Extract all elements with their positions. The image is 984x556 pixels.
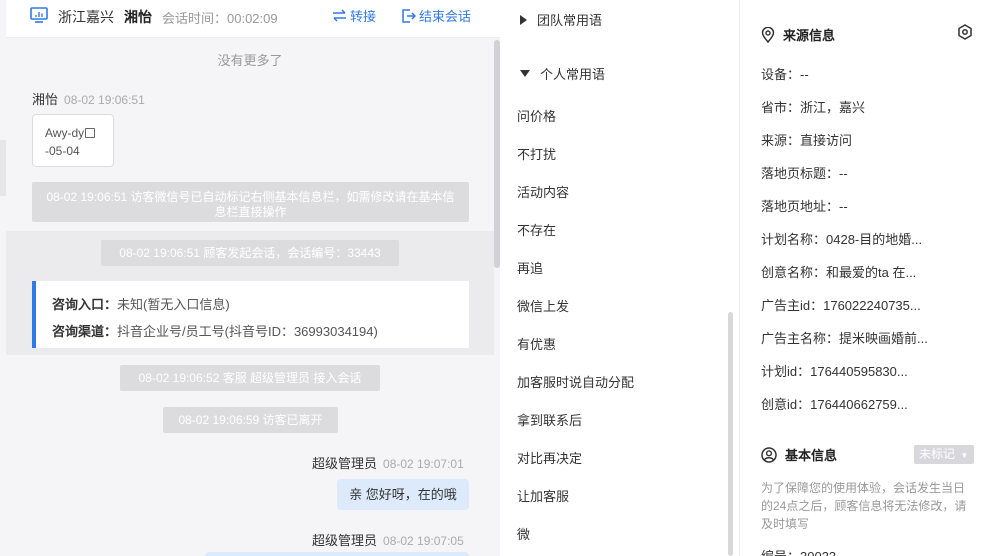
chat-header: 浙江嘉兴 湘怡 会话时间：00:02:09 转接 结束会话 [6,0,500,38]
source-info-label: 来源信息 [783,28,836,43]
phrase-item[interactable]: 不存在 [517,220,556,239]
entry-value: 未知(暂无入口信息) [117,297,230,312]
phrase-item[interactable]: 拿到联系后 [517,410,582,429]
card-line-1: Awy-dy [45,126,85,140]
user-circle-icon [761,446,777,463]
caret-down-icon: ▼ [960,451,969,460]
info-edit-notice: 为了保障您的使用体验，会话发生当日的24点之后，顾客信息将无法修改，请及时填写 [761,481,967,531]
end-session-button[interactable]: 结束会话 [402,6,471,25]
system-message-session: 08-02 19:06:51 顾客发起会话，会话编号：33443 [101,240,399,266]
info-row-number: 编号：30033 [761,546,836,556]
agent-message-meta: 超级管理员 08-02 19:07:05 [312,530,464,549]
location-pin-icon [761,26,775,43]
visitor-card-message[interactable]: Awy-dy -05-04 [32,114,114,167]
info-row-advertiser-id: 广告主id：176022240735... [761,298,921,313]
phrase-item[interactable]: 对比再决定 [517,448,582,467]
phrase-item[interactable]: 问价格 [517,106,556,125]
phrase-item[interactable]: 不打扰 [517,144,556,163]
chat-edge-tab [0,140,6,196]
info-row-province: 省市：浙江，嘉兴 [761,100,866,115]
info-row-landing-title: 落地页标题：-- [761,166,848,181]
session-time: 会话时间：00:02:09 [162,11,278,26]
caret-right-icon [520,14,527,25]
phrase-item[interactable]: 活动内容 [517,182,569,201]
message-time: 08-02 19:07:01 [383,457,464,471]
system-message-join: 08-02 19:06:52 客服 超级管理员 接入会话 [120,365,380,391]
phrase-item[interactable]: 让加客服 [517,486,569,505]
entry-label: 咨询入口： [52,297,118,312]
info-row-plan-name: 计划名称：0428-目的地婚... [761,232,923,247]
visitor-message-meta: 湘怡 08-02 19:06:51 [32,89,145,108]
basic-info-title: 基本信息 [761,445,837,464]
chat-panel: 浙江嘉兴 湘怡 会话时间：00:02:09 转接 结束会话 没有更多了 湘怡 08… [0,0,500,556]
channel-label: 咨询渠道： [52,324,118,339]
info-row-plan-id: 计划id：176440595830... [761,364,908,379]
sender-name: 超级管理员 [312,533,378,548]
info-row-landing-url: 落地页地址：-- [761,199,848,214]
transfer-label: 转接 [350,9,377,24]
group-personal-phrases[interactable]: 个人常用语 [520,64,605,83]
info-row-creative-name: 创意名称：和最爱的ta 在... [761,265,917,280]
transfer-button[interactable]: 转接 [332,6,376,25]
group-label: 个人常用语 [540,67,606,82]
sender-name: 超级管理员 [312,456,378,471]
agent-message-meta: 超级管理员 08-02 19:07:01 [312,453,464,472]
phrase-item[interactable]: 再追 [517,258,543,277]
quick-phrases-panel: 团队常用语 个人常用语 问价格 不打扰 活动内容 不存在 再追 微信上发 有优惠… [500,0,740,556]
message-time: 08-02 19:06:51 [64,93,145,107]
info-row-advertiser-name: 广告主名称：提米映画婚前... [761,331,928,346]
system-message-wechat: 08-02 19:06:51 访客微信号已自动标记右侧基本信息栏，如需修改请在基… [32,182,469,222]
group-label: 团队常用语 [537,13,603,28]
agent-message-bubble: 亲 您好呀，在的哦 [337,479,469,510]
phrase-item[interactable]: 微 [517,524,530,543]
copy-icon[interactable] [85,128,96,138]
visitor-info-panel: 来源信息 设备：-- 省市：浙江，嘉兴 来源：直接访问 落地页标题：-- 落地页… [741,0,984,556]
phrase-item[interactable]: 微信上发 [517,296,569,315]
system-message-left: 08-02 19:06:59 访客已离开 [163,407,338,433]
info-row-creative-id: 创意id：176440662759... [761,397,908,412]
agent-message-bubble [205,552,469,556]
exit-icon [402,8,416,23]
visitor-region: 浙江嘉兴 [58,9,114,25]
no-more-history: 没有更多了 [217,53,283,68]
phrase-item[interactable]: 加客服时说自动分配 [517,372,634,391]
visitor-name: 湘怡 [124,9,152,25]
monitor-icon [30,7,48,23]
source-info-title: 来源信息 [761,25,835,44]
message-time: 08-02 19:07:05 [383,534,464,548]
info-row-device: 设备：-- [761,67,809,82]
consult-info-card: 咨询入口：未知(暂无入口信息) 咨询渠道：抖音企业号/员工号(抖音号ID：369… [32,281,469,348]
group-team-phrases[interactable]: 团队常用语 [520,10,602,29]
mark-status-label: 未标记 [919,447,956,461]
phrase-item[interactable]: 有优惠 [517,334,556,353]
mark-status-dropdown[interactable]: 未标记 ▼ [914,445,974,464]
end-session-label: 结束会话 [419,9,472,24]
phrases-scrollbar[interactable] [728,312,733,556]
caret-down-icon [520,70,530,77]
transfer-icon [333,9,346,22]
info-row-source: 来源：直接访问 [761,133,853,148]
channel-value: 抖音企业号/员工号(抖音号ID：36993034194) [117,324,378,339]
sender-name: 湘怡 [32,92,59,107]
basic-info-label: 基本信息 [785,448,838,463]
settings-icon[interactable] [957,24,973,40]
card-line-2: -05-04 [45,144,80,158]
